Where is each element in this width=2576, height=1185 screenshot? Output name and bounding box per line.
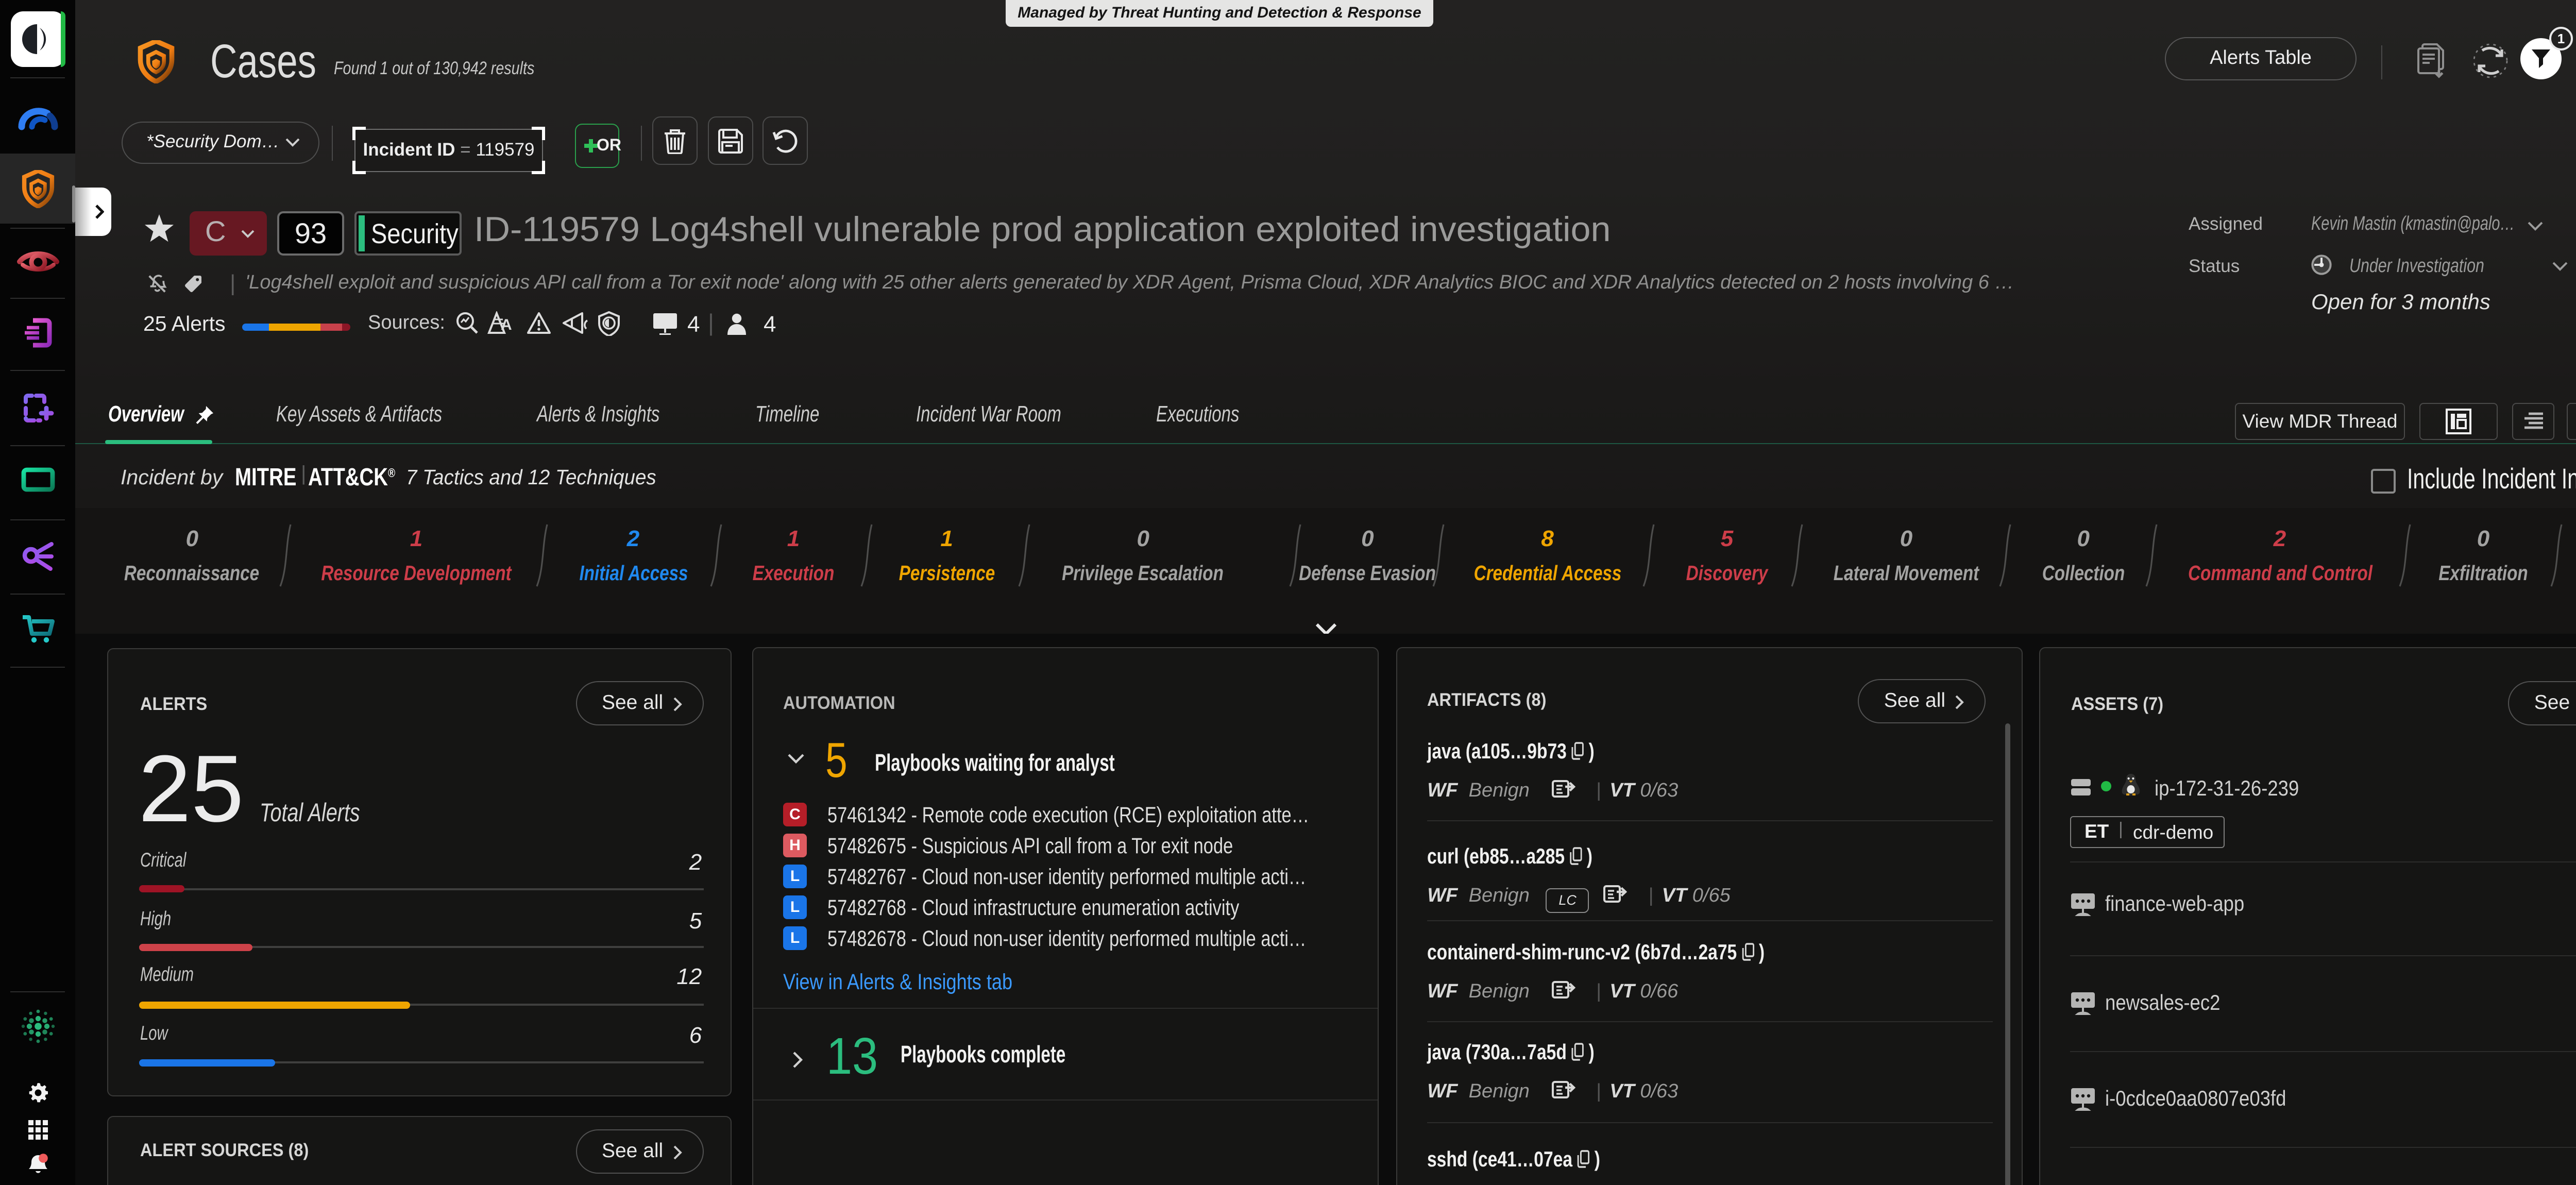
- svg-text:A: A: [501, 316, 512, 333]
